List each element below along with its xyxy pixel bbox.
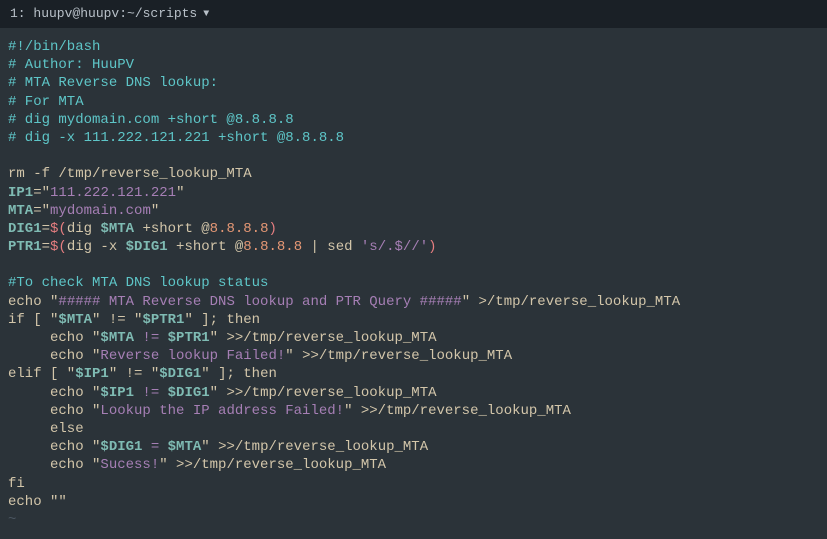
code-text: echo "	[8, 294, 58, 310]
code-text: "	[151, 203, 159, 219]
code-text: fi	[8, 476, 25, 492]
code-text: "	[176, 185, 184, 201]
code-var: $IP1	[75, 366, 109, 382]
code-text: " >>/tmp/reverse_lookup_MTA	[159, 457, 386, 473]
code-var: $MTA	[100, 330, 134, 346]
code-line: # dig mydomain.com +short @8.8.8.8	[8, 112, 294, 128]
code-text: elif [ "	[8, 366, 75, 382]
terminal-tab-label: 1: huupv@huupv:~/scripts	[10, 6, 197, 23]
code-text: " >>/tmp/reverse_lookup_MTA	[210, 330, 437, 346]
code-subst: )	[428, 239, 436, 255]
code-text: echo ""	[8, 494, 67, 510]
code-var: $DIG1	[159, 366, 201, 382]
code-text: echo "	[8, 385, 100, 401]
code-text: " >>/tmp/reverse_lookup_MTA	[210, 385, 437, 401]
chevron-down-icon[interactable]: ▼	[203, 8, 209, 21]
terminal-content[interactable]: #!/bin/bash # Author: HuuPV # MTA Revers…	[0, 28, 827, 539]
code-text: if [ "	[8, 312, 58, 328]
code-text: ="	[33, 203, 50, 219]
vim-tilde: ~	[8, 512, 16, 528]
code-text: " >>/tmp/reverse_lookup_MTA	[285, 348, 512, 364]
code-text: " >>/tmp/reverse_lookup_MTA	[201, 439, 428, 455]
code-line: # For MTA	[8, 94, 84, 110]
code-text: echo "	[8, 439, 100, 455]
code-var: $IP1	[100, 385, 134, 401]
code-var: PTR1	[8, 239, 42, 255]
code-text: +short @	[134, 221, 210, 237]
code-var: $DIG1	[100, 439, 142, 455]
code-string: ##### MTA Reverse DNS lookup and PTR Que…	[58, 294, 461, 310]
code-line: # dig -x 111.222.121.221 +short @8.8.8.8	[8, 130, 344, 146]
code-subst: $(	[50, 239, 67, 255]
code-var: $PTR1	[142, 312, 184, 328]
code-var: $MTA	[100, 221, 134, 237]
code-text: dig -x	[67, 239, 126, 255]
code-var: $DIG1	[168, 385, 210, 401]
code-var: MTA	[8, 203, 33, 219]
code-text: echo "	[8, 330, 100, 346]
code-var: DIG1	[8, 221, 42, 237]
code-text: echo "	[8, 403, 100, 419]
code-string: 's/.$//'	[361, 239, 428, 255]
code-string: !=	[134, 330, 168, 346]
code-text: | sed	[302, 239, 361, 255]
code-line: #!/bin/bash	[8, 39, 100, 55]
code-string: Sucess!	[100, 457, 159, 473]
code-string: Lookup the IP address Failed!	[100, 403, 344, 419]
code-text: " ]; then	[184, 312, 260, 328]
code-var: $DIG1	[126, 239, 168, 255]
code-text: " ]; then	[201, 366, 277, 382]
code-text: " != "	[109, 366, 159, 382]
code-subst: )	[268, 221, 276, 237]
code-text: echo "	[8, 348, 100, 364]
code-string: 111.222.121.221	[50, 185, 176, 201]
code-var: $MTA	[58, 312, 92, 328]
code-number: 8.8.8.8	[210, 221, 269, 237]
code-text: " != "	[92, 312, 142, 328]
code-line: # Author: HuuPV	[8, 57, 134, 73]
code-text: dig	[67, 221, 101, 237]
terminal-tab-bar[interactable]: 1: huupv@huupv:~/scripts ▼	[0, 0, 827, 28]
code-var: $PTR1	[168, 330, 210, 346]
code-text: echo "	[8, 457, 100, 473]
code-string: Reverse lookup Failed!	[100, 348, 285, 364]
code-line: # MTA Reverse DNS lookup:	[8, 75, 218, 91]
code-line: rm -f /tmp/reverse_lookup_MTA	[8, 166, 252, 182]
code-var: IP1	[8, 185, 33, 201]
code-text: " >>/tmp/reverse_lookup_MTA	[344, 403, 571, 419]
code-text: " >/tmp/reverse_lookup_MTA	[462, 294, 680, 310]
code-number: 8.8.8.8	[243, 239, 302, 255]
code-text: ="	[33, 185, 50, 201]
code-text: else	[8, 421, 84, 437]
code-subst: $(	[50, 221, 67, 237]
code-text: +short @	[168, 239, 244, 255]
code-text: =	[42, 221, 50, 237]
code-comment: #To check MTA DNS lookup status	[8, 275, 268, 291]
code-string: mydomain.com	[50, 203, 151, 219]
code-string: =	[142, 439, 167, 455]
code-var: $MTA	[168, 439, 202, 455]
code-string: !=	[134, 385, 168, 401]
code-text: =	[42, 239, 50, 255]
